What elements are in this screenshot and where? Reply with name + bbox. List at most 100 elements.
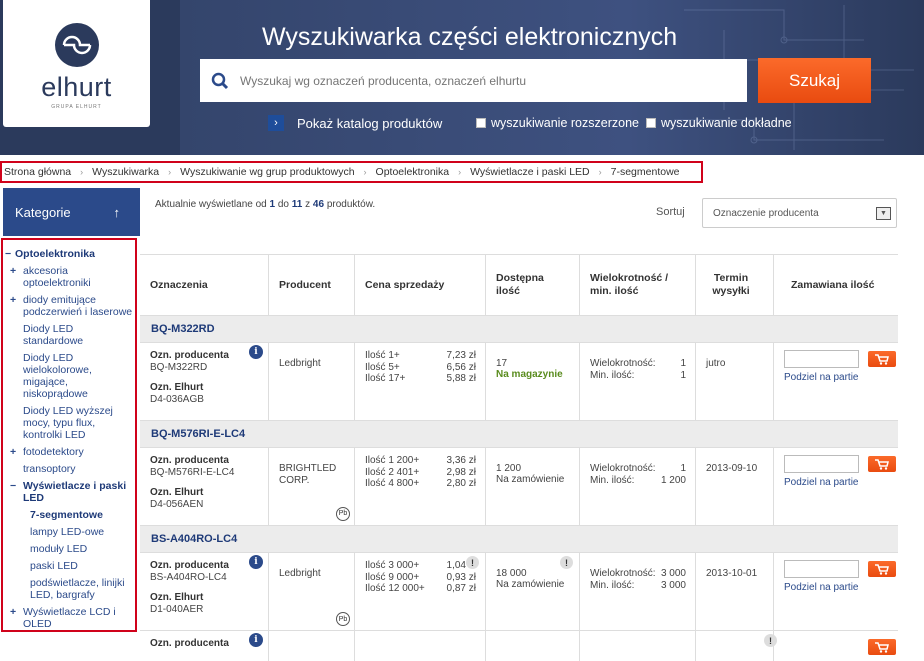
elhurt-code-label: Ozn. Elhurt (150, 487, 204, 498)
extended-search-label: wyszukiwanie rozszerzone (491, 116, 639, 130)
availability-status: Na magazynie (496, 369, 563, 380)
add-to-cart-button[interactable] (868, 351, 896, 367)
quantity-input[interactable] (784, 560, 859, 578)
category-label: diody emitujące podczerwień i laserowe (23, 294, 133, 318)
price-qty: Ilość 12 000+ (365, 583, 425, 594)
search-icon (200, 72, 240, 90)
price-line: Ilość 1+ 7,23 zł (365, 350, 485, 362)
availability-cell: ! 18 000 Na zamówienie (486, 553, 580, 630)
price-qty: Ilość 4 800+ (365, 478, 420, 489)
add-to-cart-button[interactable] (868, 456, 896, 472)
logo[interactable]: elhurt GRUPA ELHURT (3, 0, 150, 127)
subcategory-item[interactable]: moduły LED (3, 543, 135, 555)
info-total: 46 (312, 199, 325, 210)
elhurt-code-label: Ozn. Elhurt (150, 592, 204, 603)
partial-link[interactable]: Podziel na partie (784, 372, 898, 383)
category-item[interactable]: Diody LED standardowe (3, 323, 135, 347)
plus-icon[interactable]: + (10, 265, 16, 277)
table-header: Oznaczenia Producent Cena sprzedaży Dost… (140, 254, 898, 316)
column-header: Wielokrotność / min. ilość (580, 255, 696, 315)
category-item[interactable]: Diody LED wielokolorowe, migające, nisko… (3, 352, 135, 400)
available-qty: 18 000 (496, 568, 527, 579)
column-header: Dostępna ilość (486, 255, 580, 315)
plus-icon[interactable]: + (10, 606, 16, 618)
price-value: 7,23 zł (446, 350, 476, 361)
quantity-input[interactable] (784, 350, 859, 368)
category-item[interactable]: + diody emitujące podczerwień i laserowe (3, 294, 135, 318)
price-qty: Ilość 9 000+ (365, 571, 420, 583)
ship-cell: 2013-09-10 (696, 448, 774, 525)
subcategory-item[interactable]: lampy LED-owe (3, 526, 135, 538)
multiple-value: 3 000 (660, 568, 686, 579)
breadcrumb-item[interactable]: Wyszukiwanie wg grup produktowych (180, 166, 354, 178)
exact-search-checkbox[interactable]: wyszukiwanie dokładne (646, 116, 792, 130)
price-value: 6,56 zł (446, 361, 476, 373)
multiple-label: Wielokrotność: (590, 463, 656, 474)
category-root[interactable]: − Optoelektronika (3, 248, 135, 260)
table-row: Ozn. producenta BQ-M576RI-E-LC4 Ozn. Elh… (140, 448, 898, 526)
dropdown-arrow-icon[interactable]: ▼ (876, 207, 891, 220)
availability-cell: 17 Na magazynie (486, 343, 580, 420)
category-label: transoptory (23, 463, 76, 475)
subcategory-item[interactable]: paski LED (3, 560, 135, 572)
subcategory-item-active[interactable]: 7-segmentowe (3, 509, 135, 521)
multiple-value: 1 (680, 463, 686, 474)
category-item[interactable]: transoptory (3, 463, 135, 475)
multiple-cell: Wielokrotność: 1 Min. ilość: 1 200 (580, 448, 696, 525)
breadcrumb-item[interactable]: 7-segmentowe (611, 166, 680, 178)
plus-icon[interactable]: + (10, 446, 16, 458)
listing-info: Aktualnie wyświetlane od 1 do 11 z 46 pr… (155, 199, 375, 210)
breadcrumb-item[interactable]: Strona główna (4, 166, 71, 178)
search-input[interactable] (240, 73, 730, 88)
breadcrumb-separator-icon: › (363, 167, 367, 177)
plus-icon[interactable]: + (10, 294, 16, 306)
info-icon[interactable]: i (249, 633, 263, 647)
product-group-header[interactable]: BQ-M322RD (140, 316, 898, 343)
category-item[interactable]: + akcesoria optoelektroniki (3, 265, 135, 289)
category-label: akcesoria optoelektroniki (23, 265, 91, 289)
min-value: 3 000 (660, 580, 686, 591)
catalog-link[interactable]: › Pokaż katalog produktów (268, 115, 442, 131)
info-icon[interactable]: i (249, 555, 263, 569)
search-bar (200, 59, 747, 102)
minus-icon[interactable]: − (5, 248, 11, 260)
info-icon[interactable]: i (249, 345, 263, 359)
breadcrumb-separator-icon: › (168, 167, 172, 177)
elhurt-code: D4-036AGB (150, 394, 204, 405)
partial-link[interactable]: Podziel na partie (784, 477, 898, 488)
column-header: Termin wysyłki (696, 255, 774, 315)
checkbox-icon[interactable] (646, 118, 656, 128)
warning-icon[interactable]: ! (560, 556, 573, 569)
breadcrumb-item[interactable]: Wyświetlacze i paski LED (470, 166, 590, 178)
sort-select[interactable]: Oznaczenie producenta ▼ (702, 198, 897, 228)
checkbox-icon[interactable] (476, 118, 486, 128)
category-item-expanded[interactable]: − Wyświetlacze i paski LED (3, 480, 135, 504)
column-header-label: Wielokrotność / min. ilość (590, 272, 669, 297)
add-to-cart-button[interactable] (868, 639, 896, 655)
breadcrumb-item[interactable]: Wyszukiwarka (92, 166, 159, 178)
minus-icon[interactable]: − (10, 480, 16, 492)
producer-code: BQ-M322RD (150, 362, 208, 373)
subcategory-item[interactable]: podświetlacze, linijki LED, bargrafy (3, 577, 135, 601)
product-group-header[interactable]: BS-A404RO-LC4 (140, 526, 898, 553)
add-to-cart-button[interactable] (868, 561, 896, 577)
warning-icon[interactable]: ! (466, 556, 479, 569)
pb-free-icon: Pb (336, 507, 350, 521)
min-label: Min. ilość: (590, 370, 635, 381)
quantity-input[interactable] (784, 455, 859, 473)
price-cell: Ilość 1+ 7,23 zł Ilość 5+ 6,56 zł Ilość 17… (355, 343, 486, 420)
search-button[interactable]: Szukaj (758, 58, 871, 103)
category-item[interactable]: + fotodetektory (3, 446, 135, 458)
producer-cell (269, 631, 355, 661)
extended-search-checkbox[interactable]: wyszukiwanie rozszerzone (476, 116, 639, 130)
elhurt-code: D1-040AER (150, 604, 204, 615)
category-item[interactable]: + Wyświetlacze LCD i OLED (3, 606, 135, 630)
categories-toggle[interactable]: Kategorie ↑ (3, 188, 140, 236)
partial-link[interactable]: Podziel na partie (784, 582, 898, 593)
breadcrumb-item[interactable]: Optoelektronika (376, 166, 450, 178)
elhurt-code: D4-056AEN (150, 499, 204, 510)
category-item[interactable]: Diody LED wyższej mocy, typu flux, kontr… (3, 405, 135, 441)
product-group-header[interactable]: BQ-M576RI-E-LC4 (140, 421, 898, 448)
multiple-label: Wielokrotność: (590, 358, 656, 369)
logo-name: elhurt (41, 72, 112, 102)
